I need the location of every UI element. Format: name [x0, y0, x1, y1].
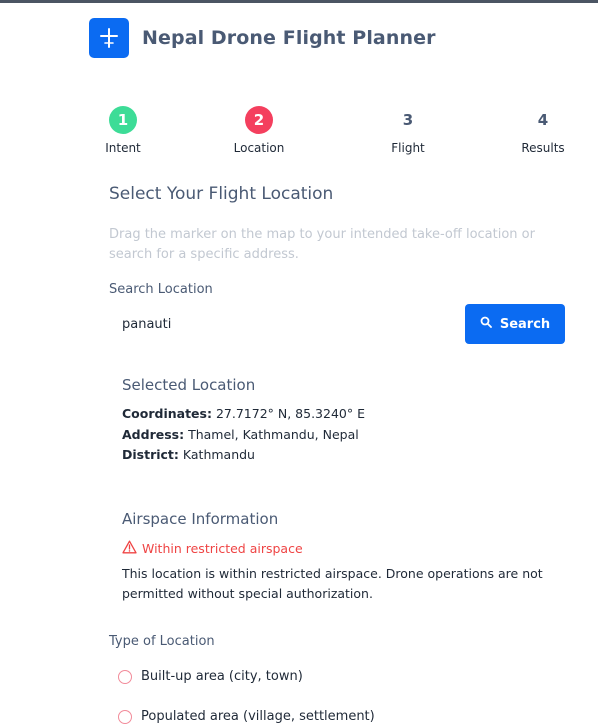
location-type-option[interactable]: Built-up area (city, town) [118, 669, 303, 684]
drone-plus-icon [89, 18, 129, 58]
district-label: District: [122, 447, 179, 462]
search-button[interactable]: Search [465, 304, 565, 344]
radio-button[interactable] [118, 669, 132, 684]
app-title: Nepal Drone Flight Planner [142, 27, 436, 49]
district-line: District: Kathmandu [122, 447, 255, 462]
address-label: Address: [122, 427, 185, 442]
search-icon [480, 316, 492, 332]
airspace-warning-text: Within restricted airspace [142, 541, 303, 556]
selected-location-title: Selected Location [122, 376, 256, 394]
search-input[interactable] [109, 305, 459, 343]
airspace-description: This location is within restricted airsp… [122, 566, 543, 601]
window-top-bar [0, 0, 598, 3]
app-header: Nepal Drone Flight Planner [89, 18, 436, 58]
helper-text: Drag the marker on the map to your inten… [109, 227, 535, 262]
airspace-title: Airspace Information [122, 510, 279, 528]
step-flight[interactable]: 3 Flight [390, 106, 426, 155]
radio-button[interactable] [118, 709, 132, 724]
warning-triangle-icon [122, 540, 137, 557]
step-number: 3 [402, 111, 414, 129]
airspace-warning: Within restricted airspace [122, 540, 303, 557]
option-label: Populated area (village, settlement) [141, 709, 375, 724]
step-label: Flight [391, 141, 425, 155]
location-type-option[interactable]: Populated area (village, settlement) [118, 709, 375, 724]
step-number: 1 [109, 106, 137, 134]
address-value: Thamel, Kathmandu, Nepal [188, 427, 359, 442]
step-label: Intent [105, 141, 141, 155]
page-title: Select Your Flight Location [109, 184, 334, 204]
search-label: Search Location [109, 282, 213, 297]
step-label: Results [521, 141, 565, 155]
step-number: 2 [245, 106, 273, 134]
coordinates-label: Coordinates: [122, 406, 212, 421]
address-line: Address: Thamel, Kathmandu, Nepal [122, 427, 359, 442]
step-location[interactable]: 2 Location [234, 106, 284, 155]
step-label: Location [233, 141, 285, 155]
search-button-label: Search [499, 316, 551, 332]
option-label: Built-up area (city, town) [141, 669, 303, 684]
progress-steps: 1 Intent 2 Location 3 Flight 4 Results [0, 106, 598, 166]
step-results[interactable]: 4 Results [521, 106, 565, 155]
location-type-label: Type of Location [109, 634, 215, 649]
coordinates-value: 27.7172° N, 85.3240° E [215, 406, 365, 421]
step-intent[interactable]: 1 Intent [105, 106, 141, 155]
district-value: Kathmandu [182, 447, 255, 462]
coordinates-line: Coordinates: 27.7172° N, 85.3240° E [122, 406, 365, 421]
step-number: 4 [537, 111, 549, 129]
